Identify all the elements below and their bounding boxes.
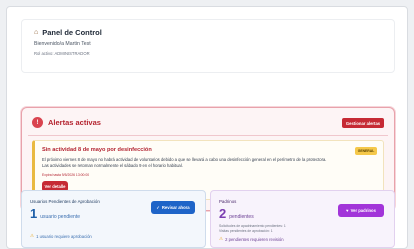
- dashboard-page: ⌂ Panel de Control Bienvenido/a Martin T…: [6, 6, 408, 249]
- alert-icon: !: [32, 117, 43, 128]
- pending-count-label: usuario pendiente: [40, 214, 80, 220]
- sponsors-count-label: pendientes: [229, 214, 254, 220]
- heart-icon: ♥: [346, 208, 349, 213]
- sponsors-warning-text: 2 pendientes requieren revisión: [225, 236, 284, 242]
- review-now-label: Revisar ahora: [161, 205, 190, 210]
- welcome-text: Bienvenido/a Martin Test: [34, 41, 91, 47]
- alert-message-line: Las actividades se retoman normalmente e…: [42, 163, 183, 169]
- sponsorship-requests-text: Solicitudes de apadrinamiento pendientes…: [219, 224, 286, 228]
- pending-count-value: 1: [30, 206, 38, 221]
- pending-count: 1 usuario pendiente: [30, 206, 80, 221]
- home-icon: ⌂: [34, 29, 39, 36]
- pending-visits-text: Visitas pendientes de aprobación: 1: [219, 229, 273, 233]
- divider: [28, 135, 388, 136]
- alert-expiry: Expira hasta 9/5/2026 13:00:00: [42, 173, 90, 177]
- sponsors-count-value: 2: [219, 206, 227, 221]
- alert-message: El próximo viernes 8 de mayo no habrá ac…: [42, 157, 342, 169]
- review-now-button[interactable]: ✓ Revisar ahora: [151, 201, 195, 214]
- user-check-icon: ✓: [156, 205, 160, 210]
- card-title: Usuarios Pendientes de Aprobación: [30, 199, 100, 204]
- warning-icon: ⚠: [219, 236, 224, 241]
- alerts-title: Alertas activas: [48, 118, 101, 127]
- alert-title: Sin actividad 8 de mayo por desinfección: [42, 147, 152, 153]
- page-title: ⌂ Panel de Control: [34, 28, 102, 37]
- card-title: Padrinos: [219, 199, 237, 204]
- alerts-header: ! Alertas activas: [32, 117, 101, 128]
- view-sponsors-label: Ver padrinos: [350, 208, 376, 213]
- role-text: Rol activo: ADMINISTRADOR: [34, 51, 90, 56]
- sponsors-warning: ⚠ 2 pendientes requieren revisión: [219, 236, 284, 242]
- approval-warning: ⚠ 1 usuario requiere aprobación: [30, 233, 92, 239]
- header-card: ⌂ Panel de Control Bienvenido/a Martin T…: [21, 19, 395, 73]
- page-title-text: Panel de Control: [42, 28, 102, 37]
- manage-alerts-button[interactable]: Gestionar alertas: [342, 118, 384, 128]
- view-sponsors-button[interactable]: ♥ Ver padrinos: [338, 204, 384, 217]
- sponsors-count: 2 pendientes: [219, 206, 254, 221]
- approval-warning-text: 1 usuario requiere aprobación: [36, 233, 92, 239]
- pending-approvals-card: Usuarios Pendientes de Aprobación 1 usua…: [21, 190, 206, 248]
- alert-category-badge: GENERAL: [355, 147, 377, 155]
- warning-icon: ⚠: [30, 233, 35, 238]
- sponsors-card: Padrinos 2 pendientes Solicitudes de apa…: [210, 190, 395, 248]
